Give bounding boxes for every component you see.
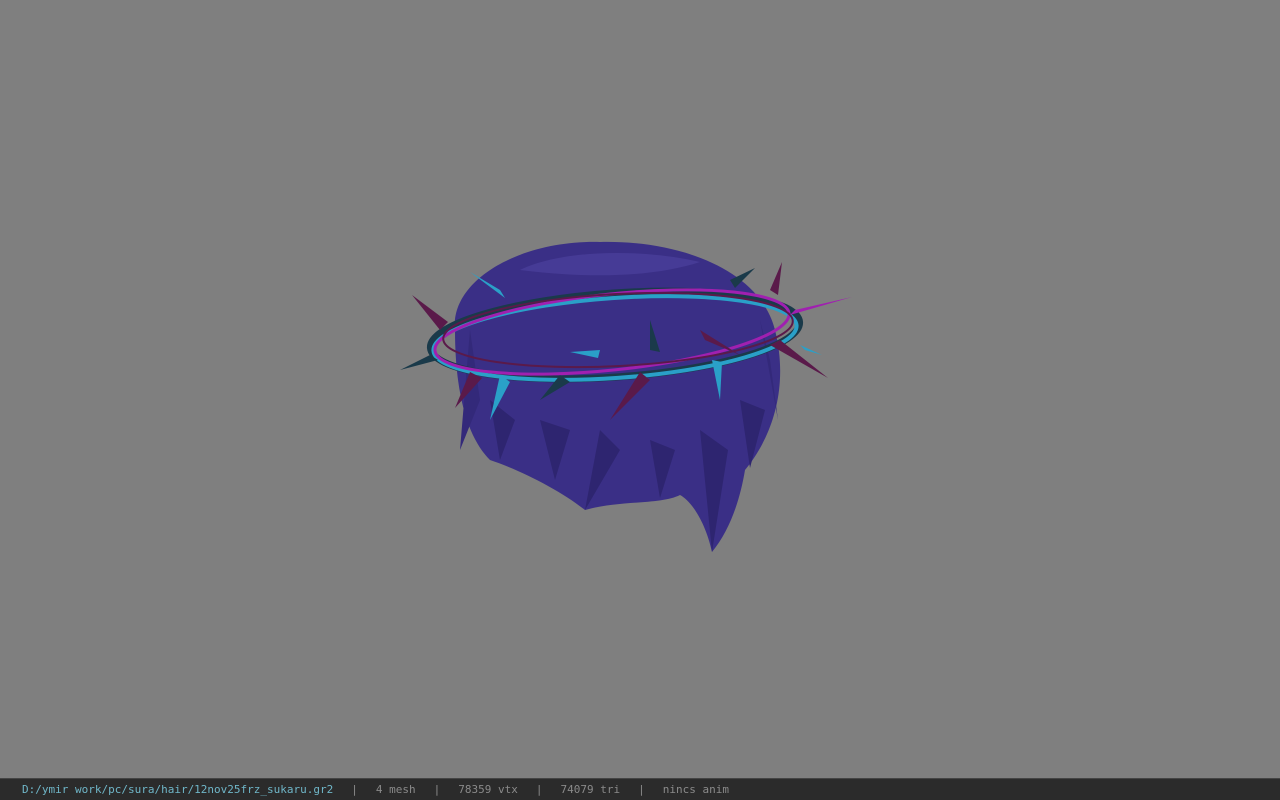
status-bar: D:/ymir work/pc/sura/hair/12nov25frz_suk… bbox=[0, 778, 1280, 800]
separator: | bbox=[351, 783, 358, 796]
separator: | bbox=[638, 783, 645, 796]
triangle-count: 74079 tri bbox=[560, 783, 621, 796]
animation-status: nincs anim bbox=[662, 783, 729, 796]
separator: | bbox=[433, 783, 441, 796]
3d-viewport[interactable] bbox=[0, 0, 1280, 778]
hair-mesh bbox=[454, 241, 781, 552]
vertex-count: 78359 vtx bbox=[458, 783, 518, 796]
hair-model-render bbox=[400, 241, 852, 552]
separator: | bbox=[535, 783, 543, 796]
mesh-count: 4 mesh bbox=[375, 783, 416, 796]
file-path: D:/ymir work/pc/sura/hair/12nov25frz_suk… bbox=[22, 783, 334, 796]
